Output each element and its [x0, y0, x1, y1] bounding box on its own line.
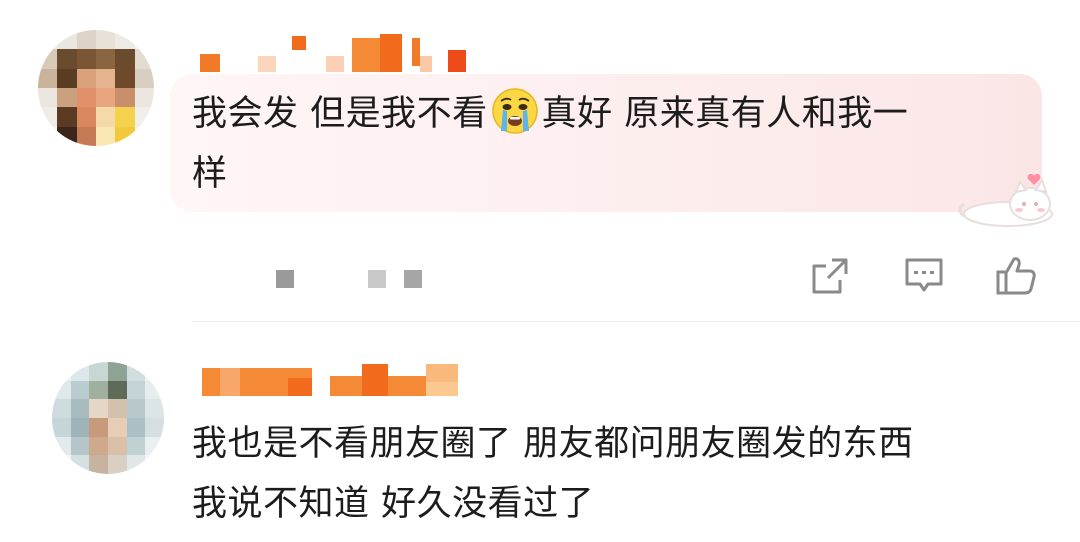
- comment-text: 我也是不看朋友圈了 朋友都问朋友圈发的东西 我说不知道 好久没看过了: [192, 414, 914, 534]
- share-button[interactable]: [804, 250, 856, 302]
- cat-sticker-icon: [958, 173, 1053, 227]
- reply-button[interactable]: [898, 250, 950, 302]
- comment-text: 我会发 但是我不看 真好 原来真有人和我一样: [192, 84, 908, 204]
- like-button[interactable]: [990, 250, 1042, 302]
- avatar[interactable]: [52, 362, 164, 474]
- comment-item: 我会发 但是我不看 真好 原来真有人和我一样: [0, 0, 1080, 322]
- comment-item: 我也是不看朋友圈了 朋友都问朋友圈发的东西 我说不知道 好久没看过了: [0, 322, 1080, 542]
- username-redacted[interactable]: [202, 364, 462, 404]
- like-icon: [996, 257, 1036, 295]
- share-icon: [812, 258, 848, 294]
- comment-text-part: 真好 原来真有人和我一: [541, 94, 909, 134]
- reply-icon: [905, 258, 943, 292]
- comment-meta-redacted: [276, 270, 426, 290]
- comment-text-part: 样: [192, 154, 228, 194]
- username-redacted[interactable]: [200, 34, 470, 74]
- comment-text-part: 我说不知道 好久没看过了: [192, 484, 595, 524]
- avatar[interactable]: [38, 30, 154, 146]
- crying-face-emoji-icon: [491, 88, 538, 134]
- comment-text-part: 我也是不看朋友圈了 朋友都问朋友圈发的东西: [192, 424, 914, 464]
- comment-text-part: 我会发 但是我不看: [192, 94, 488, 134]
